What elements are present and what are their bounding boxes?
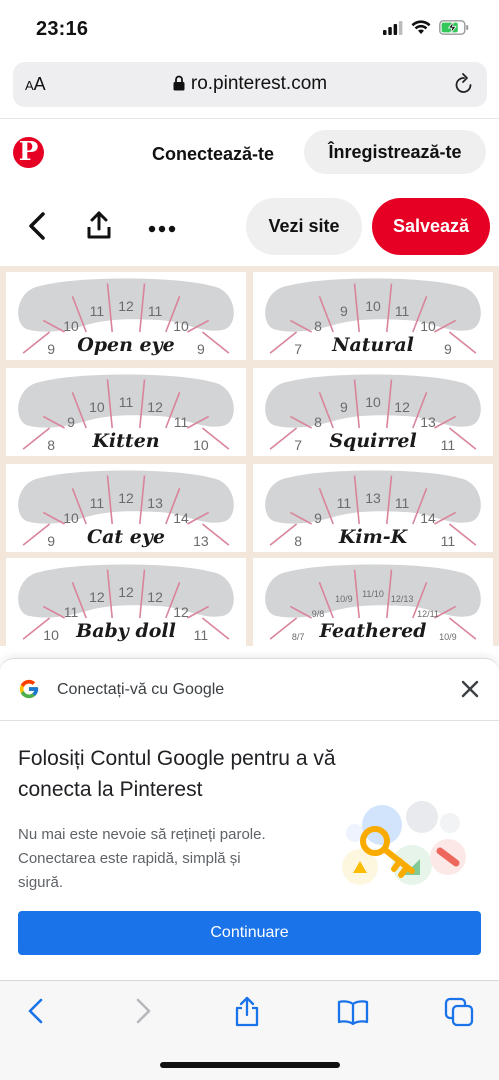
lash-style-name: Kim-K <box>338 526 408 548</box>
lash-length-label: 12 <box>118 298 134 314</box>
back-chevron-icon[interactable] <box>26 210 48 247</box>
continue-button[interactable]: Continuare <box>18 911 481 955</box>
sheet-heading: Folosiți Contul Google pentru a vă conec… <box>18 747 336 801</box>
lash-length-label: 10 <box>420 318 436 334</box>
lash-length-label: 11 <box>337 495 352 511</box>
address-bar[interactable]: AA ro.pinterest.com <box>13 62 487 107</box>
close-icon[interactable] <box>459 678 481 705</box>
back-icon[interactable] <box>26 997 46 1030</box>
lash-length-label: 10 <box>63 510 79 526</box>
lash-length-label: 12 <box>147 589 163 605</box>
lash-length-label: 10 <box>89 399 105 415</box>
lash-length-label: 10/9 <box>335 594 353 604</box>
forward-icon[interactable] <box>133 997 153 1030</box>
lash-length-label: 12 <box>89 589 105 605</box>
status-time: 23:16 <box>36 18 89 40</box>
home-indicator <box>160 1062 340 1068</box>
lash-length-label: 14 <box>173 510 189 526</box>
lash-length-label: 10 <box>365 394 381 410</box>
lash-style-name: Natural <box>332 334 414 356</box>
pinterest-header: P Conectează-te Înregistrează-te <box>0 118 499 186</box>
lash-length-label: 10 <box>365 298 381 314</box>
lash-length-label: 11 <box>119 394 134 410</box>
signup-button[interactable]: Înregistrează-te <box>304 130 486 174</box>
lash-length-label: 13 <box>365 490 381 506</box>
lash-length-label: 9 <box>314 510 322 526</box>
lash-length-label: 9 <box>340 303 348 319</box>
lash-style-name: Kitten <box>92 430 160 452</box>
lash-length-label: 9 <box>340 399 348 415</box>
lash-length-label: 12/13 <box>391 594 414 604</box>
lash-length-label: 8 <box>314 414 322 430</box>
visit-site-button[interactable]: Vezi site <box>246 198 362 255</box>
share-icon[interactable] <box>86 210 112 245</box>
lash-style-card: 7 8 9 10 11 10 9 Natural <box>253 272 493 360</box>
save-button[interactable]: Salvează <box>372 198 490 255</box>
lash-length-label: 11 <box>148 303 163 319</box>
lash-length-label: 12 <box>118 490 134 506</box>
pin-action-bar: Vezi site Salvează <box>0 192 499 262</box>
lash-length-label: 11 <box>64 604 79 620</box>
lash-style-card: 9 10 11 12 11 10 9 Open eye <box>6 272 246 360</box>
lash-style-card: 8 9 10 11 12 11 10 Kitten <box>6 368 246 456</box>
pinterest-logo-icon[interactable]: P <box>13 137 44 168</box>
more-options-icon[interactable] <box>148 220 176 238</box>
lash-length-label: 13 <box>147 495 163 511</box>
lash-style-card: 7 8 9 10 12 13 11 Squirrel <box>253 368 493 456</box>
status-icons <box>383 20 469 40</box>
signal-icon <box>383 20 403 40</box>
lash-style-name: Baby doll <box>76 620 176 642</box>
share-icon[interactable] <box>234 995 260 1032</box>
lash-length-label: 13 <box>420 414 436 430</box>
lash-length-label: 11 <box>395 495 410 511</box>
lash-length-label: 11 <box>395 303 410 319</box>
lash-length-label: 11 <box>90 303 105 319</box>
lash-style-name: Squirrel <box>329 430 417 452</box>
lash-length-label: 12 <box>394 399 410 415</box>
lash-style-card: 10 11 12 12 12 12 11 Baby doll <box>6 558 246 646</box>
lash-length-label: 9/8 <box>312 609 325 619</box>
lash-length-label: 12 <box>147 399 163 415</box>
tabs-icon[interactable] <box>444 997 474 1032</box>
battery-charging-icon <box>439 20 469 40</box>
sheet-title: Conectați-vă cu Google <box>57 681 225 698</box>
lash-length-label: 9 <box>67 414 75 430</box>
lash-length-label: 11 <box>90 495 105 511</box>
wifi-icon <box>411 20 431 40</box>
lash-style-card: 9 10 11 12 13 14 13 Cat eye <box>6 464 246 552</box>
google-logo-icon <box>18 678 40 705</box>
lash-length-label: 12 <box>118 584 134 600</box>
login-link[interactable]: Conectează-te <box>152 144 274 165</box>
lash-length-label: 8 <box>314 318 322 334</box>
lash-style-name: Cat eye <box>86 526 166 548</box>
lash-style-name: Open eye <box>77 334 175 356</box>
bookmarks-icon[interactable] <box>337 999 369 1030</box>
lash-length-label: 14 <box>420 510 436 526</box>
status-bar: 23:16 <box>0 0 499 60</box>
google-signin-sheet: Conectați-vă cu Google Folosiți Contul G… <box>0 658 499 980</box>
lash-style-card: 8/7 9/8 10/9 11/10 12/13 12/11 10/9 Feathered <box>253 558 493 646</box>
lock-icon <box>173 75 185 97</box>
page: 23:16 AA ro.pinterest.com P Conectează-t <box>0 0 499 1080</box>
lash-length-label: 12/11 <box>417 609 439 619</box>
sheet-header: Conectați-vă cu Google <box>0 659 499 721</box>
lash-style-card: 8 9 11 13 11 14 11 Kim-K <box>253 464 493 552</box>
lash-length-label: 12 <box>173 604 189 620</box>
url-field[interactable]: ro.pinterest.com <box>13 73 487 97</box>
lash-style-name: Feathered <box>319 620 427 642</box>
sheet-body-text: Nu mai este nevoie să rețineți parole. C… <box>18 826 266 891</box>
key-illustration-icon <box>330 795 470 900</box>
lash-length-label: 11/10 <box>362 589 384 599</box>
reload-icon[interactable] <box>453 72 475 101</box>
lash-length-label: 11 <box>174 414 189 430</box>
lash-length-label: 10 <box>173 318 189 334</box>
lash-length-label: 10 <box>63 318 79 334</box>
url-text: ro.pinterest.com <box>190 73 328 94</box>
pin-image[interactable]: 9 10 11 12 11 10 9 Open eye 7 8 9 10 11 10 9 Natural 8… <box>0 266 499 646</box>
